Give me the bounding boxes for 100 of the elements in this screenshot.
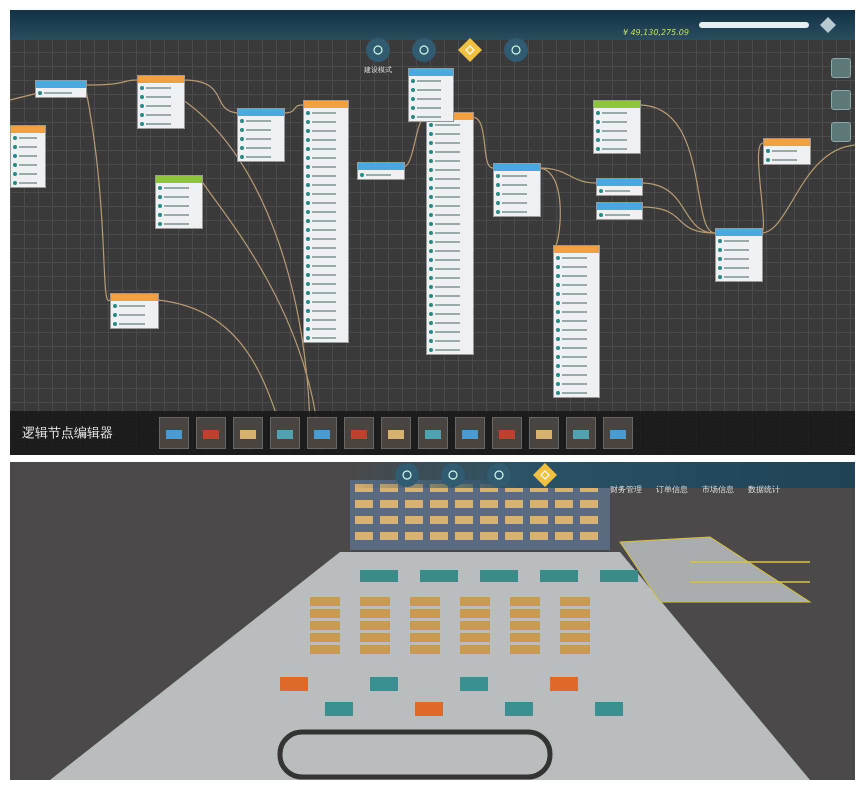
side-tool-button[interactable] bbox=[831, 122, 851, 142]
diamond-icon bbox=[819, 16, 837, 34]
node-palette-button[interactable] bbox=[344, 417, 374, 449]
logic-node[interactable] bbox=[237, 108, 285, 162]
menu-item[interactable]: 财务管理 bbox=[610, 484, 642, 495]
row-line bbox=[246, 156, 272, 158]
mode-button[interactable] bbox=[458, 38, 482, 62]
row-line bbox=[562, 302, 587, 304]
logic-node[interactable] bbox=[35, 80, 87, 98]
logic-node[interactable] bbox=[715, 228, 763, 282]
logic-node[interactable] bbox=[110, 293, 159, 329]
port-icon bbox=[556, 310, 560, 314]
row-line bbox=[312, 238, 336, 240]
row-line bbox=[417, 106, 441, 108]
port-icon bbox=[306, 128, 310, 132]
node-palette-button[interactable] bbox=[418, 417, 448, 449]
port-icon bbox=[496, 182, 500, 186]
port-icon bbox=[429, 132, 433, 136]
row-line bbox=[164, 196, 190, 198]
row-line bbox=[312, 120, 336, 122]
node-palette-button[interactable] bbox=[159, 417, 189, 449]
port-icon bbox=[599, 212, 603, 216]
port-icon bbox=[140, 122, 144, 126]
row-line bbox=[435, 258, 460, 260]
row-line bbox=[312, 318, 336, 320]
port-icon bbox=[429, 284, 433, 288]
side-tool-button[interactable] bbox=[831, 90, 851, 110]
diamond-icon bbox=[458, 38, 482, 62]
node-palette-button[interactable] bbox=[270, 417, 300, 449]
row-line bbox=[146, 122, 172, 124]
port-icon bbox=[411, 114, 415, 118]
logic-node[interactable] bbox=[763, 138, 811, 165]
mode-button[interactable] bbox=[504, 38, 528, 62]
row-line bbox=[435, 340, 460, 342]
port-icon bbox=[429, 212, 433, 216]
row-line bbox=[246, 138, 272, 140]
row-line bbox=[312, 228, 336, 230]
node-palette-button[interactable] bbox=[307, 417, 337, 449]
diamond-icon bbox=[533, 463, 557, 487]
logic-node[interactable] bbox=[493, 163, 541, 217]
menu-item[interactable]: 市场信息 bbox=[702, 484, 734, 495]
node-palette-button[interactable] bbox=[381, 417, 411, 449]
row-line bbox=[562, 382, 587, 384]
port-icon bbox=[556, 318, 560, 322]
row-line bbox=[312, 184, 336, 186]
logic-node[interactable] bbox=[357, 162, 405, 180]
nav-button[interactable] bbox=[533, 463, 557, 487]
node-palette-button[interactable] bbox=[233, 417, 263, 449]
logic-node[interactable] bbox=[155, 175, 203, 229]
port-icon bbox=[718, 256, 722, 260]
port-icon bbox=[429, 222, 433, 226]
row-line bbox=[312, 130, 336, 132]
menu-item[interactable]: 数据统计 bbox=[748, 484, 780, 495]
node-palette-button[interactable] bbox=[566, 417, 596, 449]
logic-node[interactable] bbox=[596, 178, 643, 196]
node-palette-button[interactable] bbox=[529, 417, 559, 449]
row-line bbox=[312, 112, 336, 114]
logic-node[interactable] bbox=[10, 125, 46, 188]
row-line bbox=[435, 160, 460, 162]
row-line bbox=[502, 210, 528, 212]
logic-node[interactable] bbox=[596, 202, 643, 220]
logic-node[interactable] bbox=[553, 245, 600, 398]
node-palette-button[interactable] bbox=[455, 417, 485, 449]
menu-item[interactable]: 订单信息 bbox=[656, 484, 688, 495]
row-line bbox=[417, 116, 441, 118]
row-line bbox=[312, 166, 336, 168]
port-icon bbox=[306, 228, 310, 232]
logic-node[interactable] bbox=[408, 68, 454, 122]
row-line bbox=[164, 186, 190, 188]
node-palette-button[interactable] bbox=[492, 417, 522, 449]
logic-node[interactable] bbox=[426, 112, 474, 355]
port-icon bbox=[306, 246, 310, 250]
port-icon bbox=[596, 146, 600, 150]
node-palette-button[interactable] bbox=[196, 417, 226, 449]
circle-icon bbox=[401, 469, 413, 481]
mode-button[interactable] bbox=[366, 38, 390, 62]
port-icon bbox=[306, 236, 310, 240]
row-line bbox=[435, 268, 460, 270]
port-icon bbox=[38, 90, 42, 94]
nav-button[interactable] bbox=[487, 463, 511, 487]
mode-button[interactable] bbox=[412, 38, 436, 62]
node-palette-button[interactable] bbox=[603, 417, 633, 449]
port-icon bbox=[306, 192, 310, 196]
side-tool-button[interactable] bbox=[831, 58, 851, 78]
nav-button[interactable] bbox=[441, 463, 465, 487]
row-line bbox=[435, 250, 460, 252]
logic-node[interactable] bbox=[593, 100, 641, 154]
row-line bbox=[417, 98, 441, 100]
port-icon bbox=[306, 290, 310, 294]
logic-node[interactable] bbox=[137, 75, 185, 129]
row-line bbox=[605, 214, 630, 216]
row-line bbox=[19, 182, 37, 184]
port-icon bbox=[13, 172, 17, 176]
logic-node[interactable] bbox=[303, 100, 349, 343]
port-icon bbox=[13, 136, 17, 140]
row-line bbox=[724, 258, 750, 260]
port-icon bbox=[718, 266, 722, 270]
nav-button[interactable] bbox=[395, 463, 419, 487]
port-icon bbox=[240, 146, 244, 150]
port-icon bbox=[429, 258, 433, 262]
